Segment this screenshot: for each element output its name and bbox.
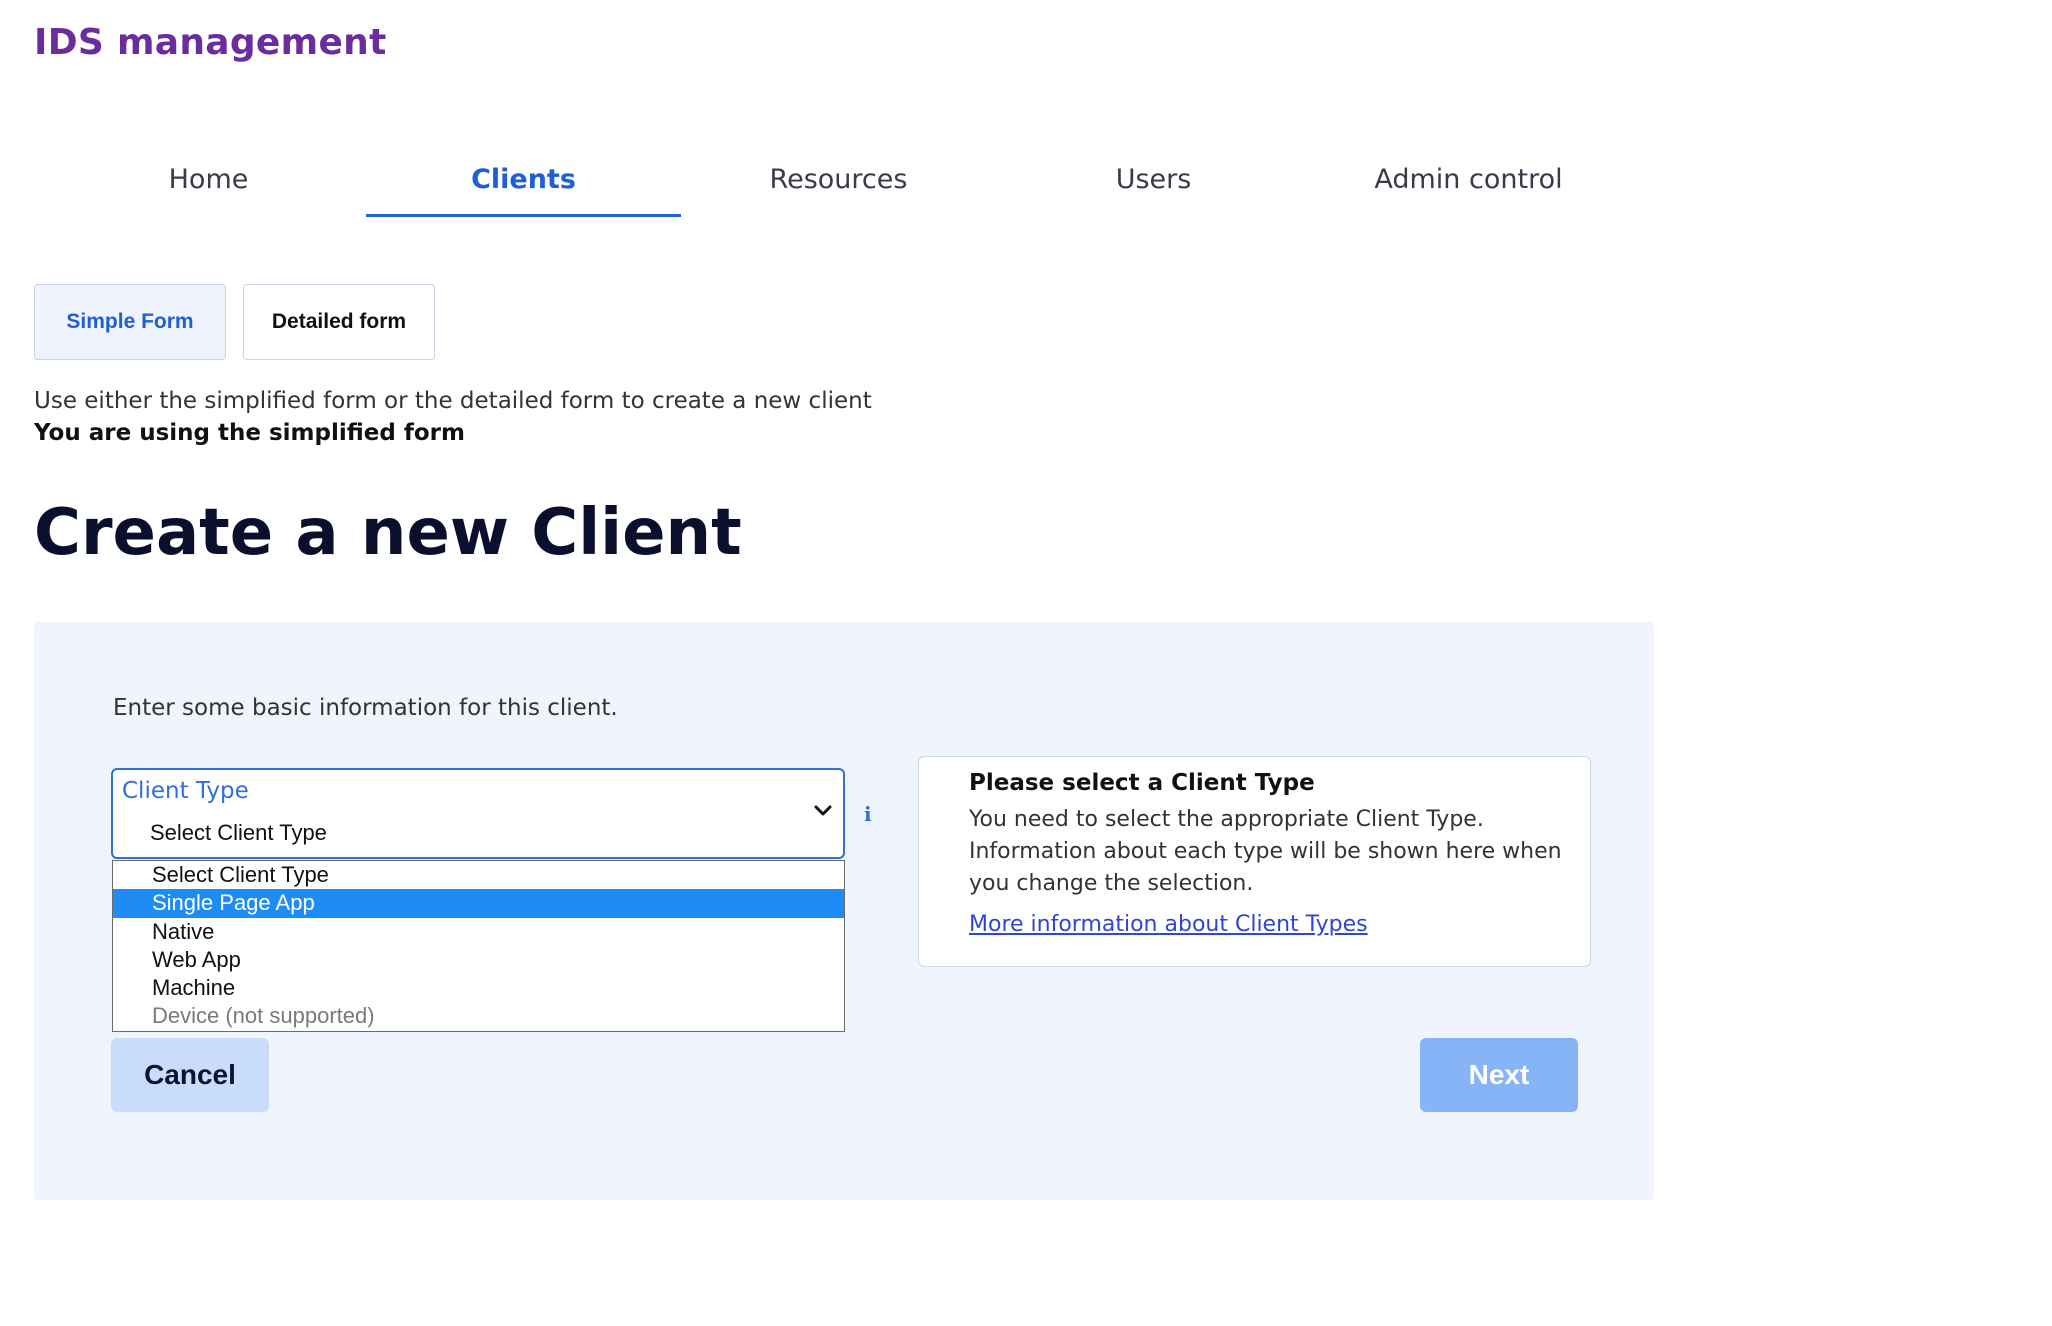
chevron-down-icon [814, 805, 832, 816]
info-card-body: You need to select the appropriate Clien… [969, 807, 1562, 896]
option-device-not-supported: Device (not supported) [152, 1003, 375, 1029]
option-machine[interactable]: Machine [113, 974, 844, 1002]
tab-users[interactable]: Users [996, 140, 1311, 218]
detailed-form-button[interactable]: Detailed form [243, 284, 435, 360]
active-tab-indicator [366, 214, 681, 217]
cancel-button[interactable]: Cancel [111, 1038, 269, 1112]
client-type-value: Select Client Type [150, 820, 327, 845]
client-type-label: Client Type [122, 778, 249, 804]
info-icon[interactable]: i [864, 802, 872, 826]
form-instructions: Use either the simplified form or the de… [34, 388, 872, 414]
client-type-dropdown: Select Client Type Single Page App Nativ… [112, 860, 845, 1032]
main-nav: Home Clients Resources Users Admin contr… [36, 140, 1616, 218]
option-select-client-type[interactable]: Select Client Type [113, 861, 844, 889]
info-card-title: Please select a Client Type [969, 770, 1315, 796]
client-types-info-link[interactable]: More information about Client Types [969, 912, 1368, 937]
option-single-page-app[interactable]: Single Page App [113, 889, 844, 918]
tab-resources[interactable]: Resources [681, 140, 996, 218]
simple-form-button[interactable]: Simple Form [34, 284, 226, 360]
tab-home[interactable]: Home [51, 140, 366, 218]
panel-instructions: Enter some basic information for this cl… [113, 695, 618, 721]
next-button[interactable]: Next [1420, 1038, 1578, 1112]
option-native[interactable]: Native [113, 918, 844, 946]
tab-clients[interactable]: Clients [366, 140, 681, 218]
tab-admin-control[interactable]: Admin control [1311, 140, 1626, 218]
client-type-select[interactable]: Client Type Select Client Type [111, 768, 845, 859]
form-mode-status: You are using the simplified form [34, 420, 465, 446]
page-title: Create a new Client [34, 496, 742, 570]
client-type-info-card: Please select a Client Type You need to … [918, 756, 1591, 967]
option-web-app[interactable]: Web App [113, 946, 844, 974]
app-title: IDS management [34, 22, 387, 63]
